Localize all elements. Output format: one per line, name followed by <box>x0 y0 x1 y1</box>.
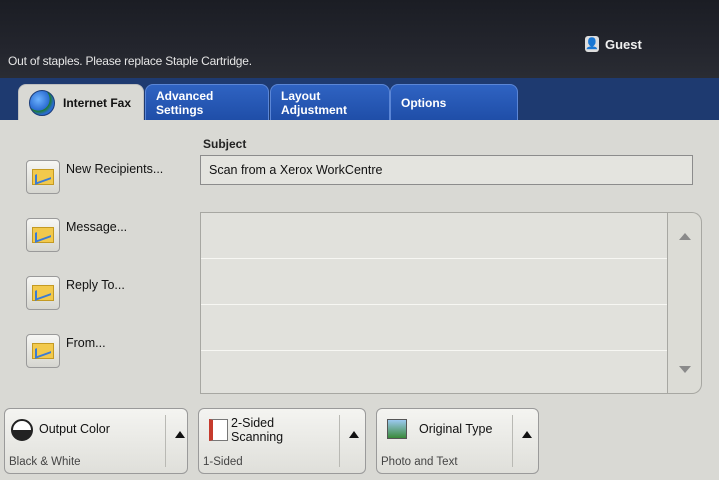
two-sided-scanning-button[interactable]: 2-Sided Scanning 1-Sided <box>198 408 366 474</box>
message-label: Message... <box>66 220 128 234</box>
reply-to-icon <box>26 276 60 310</box>
message-scrollbar[interactable] <box>668 212 702 394</box>
original-type-title: Original Type <box>419 422 493 436</box>
tab-options[interactable]: Options <box>390 84 518 120</box>
fax-screen: Out of staples. Please replace Staple Ca… <box>0 0 719 480</box>
two-sided-title: 2-Sided Scanning <box>231 416 284 444</box>
tab-advanced-settings[interactable]: Advanced Settings <box>145 84 269 120</box>
reply-to-label: Reply To... <box>66 278 125 292</box>
from-label: From... <box>66 336 106 350</box>
user-label: Guest <box>605 36 642 52</box>
from-button[interactable]: From... <box>26 334 106 368</box>
from-icon <box>26 334 60 368</box>
subject-label: Subject <box>203 137 247 151</box>
message-button[interactable]: Message... <box>26 218 127 252</box>
output-color-value: Black & White <box>9 456 81 468</box>
message-icon <box>26 218 60 252</box>
message-divider <box>201 304 667 305</box>
reply-to-button[interactable]: Reply To... <box>26 276 125 310</box>
original-type-button[interactable]: Original Type Photo and Text <box>376 408 539 474</box>
message-divider <box>201 258 667 259</box>
status-message: Out of staples. Please replace Staple Ca… <box>8 54 252 68</box>
globe-icon <box>29 89 55 116</box>
chevron-up-icon[interactable] <box>175 431 185 438</box>
chevron-up-icon[interactable] <box>522 431 532 438</box>
new-recipients-button[interactable]: New Recipients... <box>26 160 163 194</box>
original-type-icon <box>387 419 407 439</box>
scroll-up-icon[interactable] <box>679 233 691 240</box>
original-type-value: Photo and Text <box>381 456 458 468</box>
subject-input[interactable]: Scan from a Xerox WorkCentre <box>200 155 693 185</box>
tab-layout-adjustment[interactable]: Layout Adjustment <box>270 84 390 120</box>
address-book-icon <box>26 160 60 194</box>
chevron-up-icon[interactable] <box>349 431 359 438</box>
tab-label: Layout Adjustment <box>281 88 347 117</box>
option-separator <box>339 415 340 467</box>
output-color-title: Output Color <box>39 422 110 436</box>
tab-internet-fax[interactable]: Internet Fax <box>18 84 144 120</box>
two-sided-value: 1-Sided <box>203 456 243 468</box>
tab-label: Advanced Settings <box>156 88 214 117</box>
user-indicator[interactable]: 👤 Guest <box>585 36 642 52</box>
output-color-icon <box>11 419 33 441</box>
message-divider <box>201 350 667 351</box>
option-separator <box>165 415 166 467</box>
option-separator <box>512 415 513 467</box>
new-recipients-label: New Recipients... <box>66 162 164 176</box>
user-icon: 👤 <box>585 36 599 52</box>
output-color-button[interactable]: Output Color Black & White <box>4 408 188 474</box>
two-sided-icon <box>209 419 228 441</box>
message-box[interactable] <box>200 212 668 394</box>
tab-label: Options <box>401 95 447 110</box>
top-status-bar: Out of staples. Please replace Staple Ca… <box>0 0 719 78</box>
scroll-down-icon[interactable] <box>679 366 691 373</box>
tab-label: Internet Fax <box>63 95 132 110</box>
